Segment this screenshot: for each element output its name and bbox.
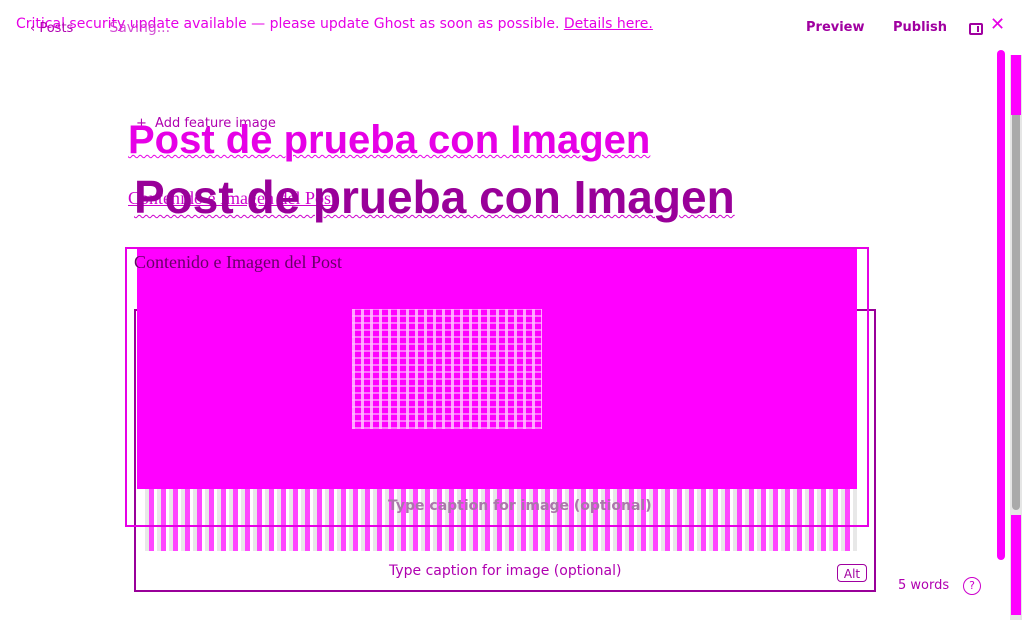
post-title-ghost: Post de prueba con Imagen bbox=[128, 118, 651, 162]
publish-button[interactable]: Publish bbox=[893, 20, 947, 35]
post-content-paragraph[interactable]: Contenido e Imagen del Post bbox=[134, 252, 342, 273]
preview-button[interactable]: Preview bbox=[806, 20, 865, 35]
alt-text-button[interactable]: Alt bbox=[837, 564, 867, 582]
notice-details-link[interactable]: Details here. bbox=[564, 16, 653, 32]
image-caption-input[interactable]: Type caption for image (optional) bbox=[389, 563, 621, 579]
close-icon[interactable]: ✕ bbox=[990, 14, 1005, 35]
sidebar-toggle-icon[interactable] bbox=[969, 23, 983, 35]
window-scrollbar-bottom bbox=[1011, 515, 1021, 615]
chevron-left-icon: ‹ bbox=[30, 20, 36, 36]
window-scrollbar-top bbox=[1011, 55, 1021, 115]
image-caption-ghost: Type caption for image (optional) bbox=[388, 498, 652, 514]
image-card-selected-outline bbox=[125, 247, 869, 527]
window-scrollbar-thumb[interactable] bbox=[1012, 110, 1020, 510]
help-icon[interactable]: ? bbox=[963, 577, 981, 595]
editor-scrollbar[interactable] bbox=[997, 50, 1005, 560]
save-status: Saving... bbox=[109, 20, 171, 36]
back-to-posts-link[interactable]: ‹ Posts bbox=[30, 21, 73, 36]
word-count: 5 words bbox=[898, 578, 950, 593]
back-label: Posts bbox=[39, 20, 74, 36]
editor-toolbar-left: ‹ Posts Saving... bbox=[30, 20, 170, 36]
post-title-input[interactable]: Post de prueba con Imagen bbox=[134, 170, 735, 224]
